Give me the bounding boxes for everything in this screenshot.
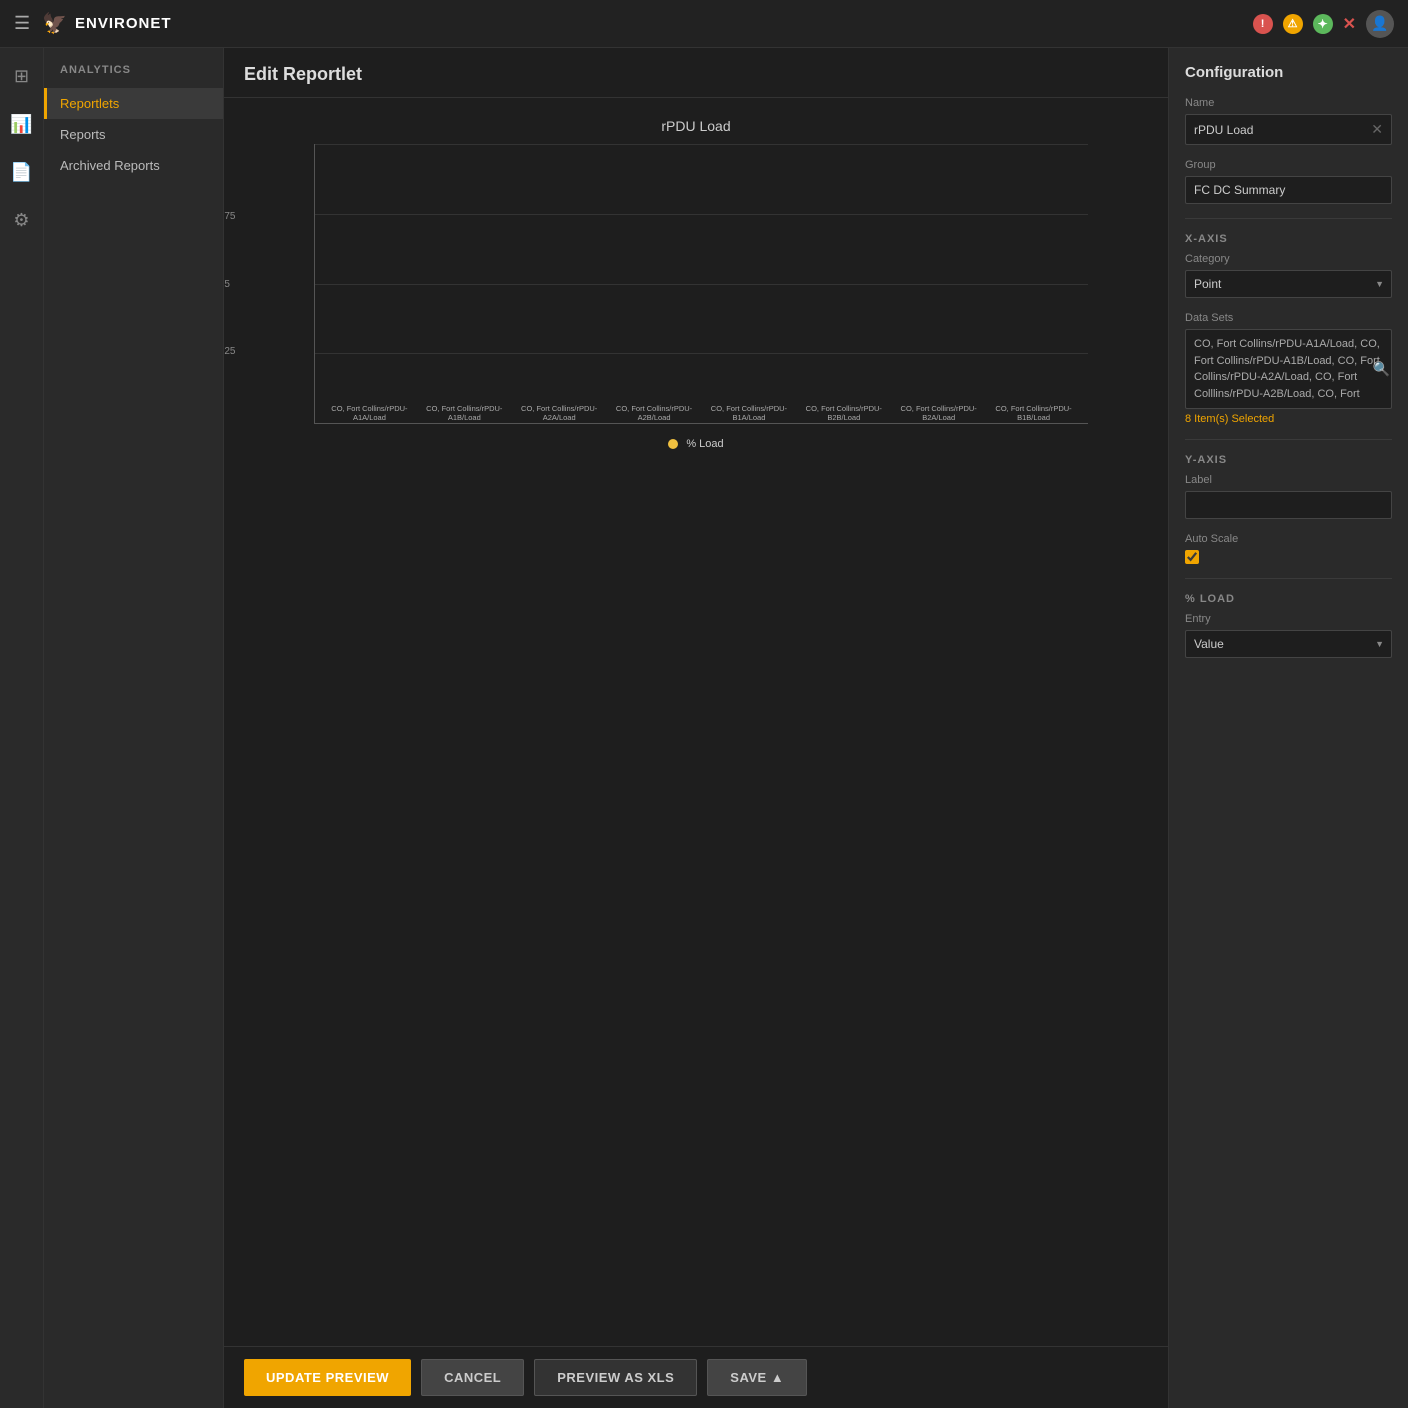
config-entry-select[interactable]: Value — [1185, 630, 1392, 658]
sidebar-item-archived-reports[interactable]: Archived Reports — [44, 150, 223, 181]
y-axis-labels: 1 0.75 0.5 0.25 0 — [224, 144, 235, 424]
bar-group-bar5: CO, Fort Collins/rPDU-B1A/Load — [705, 400, 794, 424]
bar-label-bar7: CO, Fort Collins/rPDU-B2A/Load — [894, 404, 983, 424]
divider-1 — [1185, 218, 1392, 219]
datasets-wrapper: CO, Fort Collins/rPDU-A1A/Load, CO, Fort… — [1185, 329, 1392, 409]
grid-line-1 — [315, 144, 1088, 145]
config-name-label: Name — [1185, 97, 1392, 109]
config-entry-select-wrapper: Value — [1185, 630, 1392, 658]
chart-legend: % Load — [244, 438, 1148, 450]
nav-dashboard-icon[interactable]: ⊞ — [6, 60, 38, 92]
chart-area: CO, Fort Collins/rPDU-A1A/Load CO, Fort C… — [314, 144, 1088, 424]
y-label-0: 0 — [224, 413, 235, 424]
bar-group-bar1: CO, Fort Collins/rPDU-A1A/Load — [325, 400, 414, 424]
config-category-select[interactable]: Point — [1185, 270, 1392, 298]
bar-label-bar8: CO, Fort Collins/rPDU-B1B/Load — [989, 404, 1078, 424]
bar-label-bar3: CO, Fort Collins/rPDU-A2A/Load — [515, 404, 604, 424]
bar-label-bar5: CO, Fort Collins/rPDU-B1A/Load — [705, 404, 794, 424]
x-axis-section-title: X-AXIS — [1185, 233, 1392, 245]
config-group-field: Group FC DC Summary — [1185, 159, 1392, 204]
bar-group-bar8: CO, Fort Collins/rPDU-B1B/Load — [989, 400, 1078, 424]
legend-dot — [668, 439, 678, 449]
grid-line-025 — [315, 353, 1088, 354]
left-sidebar: ANALYTICS Reportlets Reports Archived Re… — [44, 48, 224, 1408]
config-autoscale-field: Auto Scale — [1185, 533, 1392, 564]
config-title: Configuration — [1185, 64, 1392, 81]
y-label-075: 0.75 — [224, 211, 235, 222]
config-name-input[interactable]: rPDU Load ✕ — [1185, 114, 1392, 145]
user-avatar[interactable]: 👤 — [1366, 10, 1394, 38]
grid-line-075 — [315, 214, 1088, 215]
divider-2 — [1185, 439, 1392, 440]
config-y-label-input[interactable] — [1185, 491, 1392, 519]
legend-label: % Load — [686, 438, 723, 450]
config-y-label-label: Label — [1185, 474, 1392, 486]
sidebar-item-reports[interactable]: Reports — [44, 119, 223, 150]
topbar: ☰ 🦅 ENVIRONET ! ⚠ ✦ ✕ 👤 — [0, 0, 1408, 48]
config-category-field: Category Point — [1185, 253, 1392, 298]
divider-3 — [1185, 578, 1392, 579]
selected-count: 8 Item(s) Selected — [1185, 413, 1392, 425]
sidebar-item-reportlets[interactable]: Reportlets — [44, 88, 223, 119]
datasets-box[interactable]: CO, Fort Collins/rPDU-A1A/Load, CO, Fort… — [1185, 329, 1392, 409]
config-autoscale-label: Auto Scale — [1185, 533, 1392, 545]
config-panel: Configuration Name rPDU Load ✕ Group FC … — [1168, 48, 1408, 1408]
y-label-05: 0.5 — [224, 279, 235, 290]
y-axis-section-title: Y-AXIS — [1185, 454, 1392, 466]
app-name: ENVIRONET — [75, 15, 172, 32]
alert-red-icon[interactable]: ! — [1253, 14, 1273, 34]
bar-label-bar4: CO, Fort Collins/rPDU-A2B/Load — [610, 404, 699, 424]
config-datasets-field: Data Sets CO, Fort Collins/rPDU-A1A/Load… — [1185, 312, 1392, 425]
config-datasets-label: Data Sets — [1185, 312, 1392, 324]
menu-icon[interactable]: ☰ — [14, 13, 30, 34]
preview-as-xls-button[interactable]: PREVIEW AS XLS — [534, 1359, 697, 1396]
alert-green-icon[interactable]: ✦ — [1313, 14, 1333, 34]
config-category-select-wrapper: Point — [1185, 270, 1392, 298]
nav-analytics-icon[interactable]: 📊 — [6, 108, 38, 140]
page-title: Edit Reportlet — [224, 48, 1168, 98]
config-name-field: Name rPDU Load ✕ — [1185, 97, 1392, 145]
bar-label-bar6: CO, Fort Collins/rPDU-B2B/Load — [799, 404, 888, 424]
config-autoscale-checkbox[interactable] — [1185, 550, 1199, 564]
icon-sidebar: ⊞ 📊 📄 ⚙ — [0, 48, 44, 1408]
bar-group-bar6: CO, Fort Collins/rPDU-B2B/Load — [799, 400, 888, 424]
nav-settings-icon[interactable]: ⚙ — [6, 204, 38, 236]
nav-reports-icon[interactable]: 📄 — [6, 156, 38, 188]
bar-group-bar3: CO, Fort Collins/rPDU-A2A/Load — [515, 400, 604, 424]
config-category-label: Category — [1185, 253, 1392, 265]
alert-cross-icon[interactable]: ✕ — [1343, 14, 1356, 34]
chart-title: rPDU Load — [244, 118, 1148, 134]
alert-orange-icon[interactable]: ⚠ — [1283, 14, 1303, 34]
sidebar-section-title: ANALYTICS — [44, 64, 223, 88]
chart-container: rPDU Load 1 0.75 0.5 0.25 0 — [224, 98, 1168, 1346]
config-y-label-field: Label — [1185, 474, 1392, 519]
bar-label-bar1: CO, Fort Collins/rPDU-A1A/Load — [325, 404, 414, 424]
main-layout: ⊞ 📊 📄 ⚙ ANALYTICS Reportlets Reports Arc… — [0, 48, 1408, 1408]
content-area: Edit Reportlet rPDU Load 1 0.75 0.5 0.25… — [224, 48, 1168, 1408]
config-group-input[interactable]: FC DC Summary — [1185, 176, 1392, 204]
save-button[interactable]: SAVE ▲ — [707, 1359, 807, 1396]
y-label-1: 1 — [224, 144, 235, 155]
bar-group-bar7: CO, Fort Collins/rPDU-B2A/Load — [894, 400, 983, 424]
config-group-label: Group — [1185, 159, 1392, 171]
bar-group-bar4: CO, Fort Collins/rPDU-A2B/Load — [610, 400, 699, 424]
percent-load-section-title: % LOAD — [1185, 593, 1392, 605]
config-autoscale-row — [1185, 550, 1392, 564]
bar-label-bar2: CO, Fort Collins/rPDU-A1B/Load — [420, 404, 509, 424]
config-entry-label: Entry — [1185, 613, 1392, 625]
bar-group-bar2: CO, Fort Collins/rPDU-A1B/Load — [420, 400, 509, 424]
grid-line-05 — [315, 284, 1088, 285]
logo-icon: 🦅 — [42, 11, 67, 36]
topbar-left: ☰ 🦅 ENVIRONET — [14, 11, 172, 36]
cancel-button[interactable]: CANCEL — [421, 1359, 524, 1396]
action-bar: UPDATE PREVIEW CANCEL PREVIEW AS XLS SAV… — [224, 1346, 1168, 1408]
topbar-right: ! ⚠ ✦ ✕ 👤 — [1253, 10, 1394, 38]
clear-name-icon[interactable]: ✕ — [1371, 121, 1383, 138]
datasets-search-icon[interactable]: 🔍 — [1373, 361, 1390, 378]
config-entry-field: Entry Value — [1185, 613, 1392, 658]
y-label-025: 0.25 — [224, 346, 235, 357]
update-preview-button[interactable]: UPDATE PREVIEW — [244, 1359, 411, 1396]
